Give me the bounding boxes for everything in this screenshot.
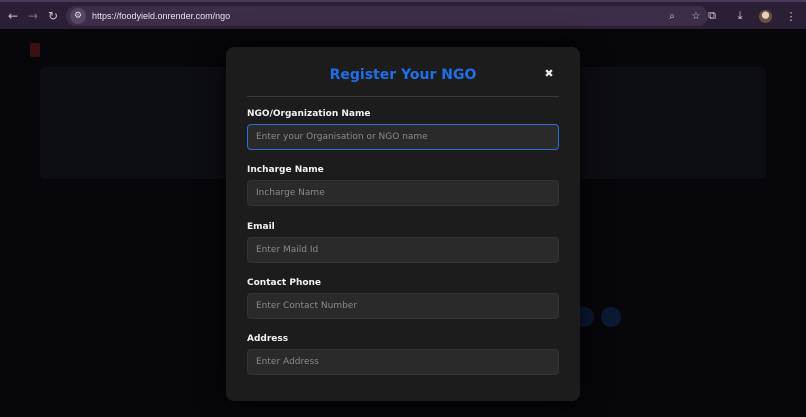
email-input[interactable]: [247, 237, 559, 263]
url-text[interactable]: https://foodyield.onrender.com/ngo: [92, 11, 230, 21]
zoom-icon[interactable]: ⌕: [664, 8, 680, 24]
incharge-name-input[interactable]: [247, 180, 559, 206]
close-icon[interactable]: ✖: [543, 68, 555, 80]
bg-social-icon: [601, 307, 621, 327]
email-label: Email: [247, 222, 275, 232]
contact-phone-input[interactable]: [247, 293, 559, 319]
reload-icon[interactable]: ↻: [43, 6, 63, 26]
site-logo-mark: [30, 43, 40, 57]
address-input[interactable]: [247, 349, 559, 375]
address-label: Address: [247, 334, 289, 344]
kebab-menu-icon[interactable]: ⋮: [782, 7, 800, 25]
back-arrow-icon[interactable]: ←: [3, 6, 23, 26]
bookmark-star-icon[interactable]: ☆: [688, 8, 704, 24]
site-settings-icon[interactable]: ⚙: [70, 8, 86, 24]
modal-divider: [247, 96, 559, 97]
contact-phone-label: Contact Phone: [247, 278, 322, 288]
modal-title: Register Your NGO: [329, 67, 477, 83]
extensions-puzzle-icon[interactable]: ⧉: [703, 7, 721, 25]
address-bar[interactable]: ⚙ https://foodyield.onrender.com/ngo ⌕ ☆: [66, 6, 708, 26]
register-ngo-modal: Register Your NGO ✖ NGO/Organization Nam…: [226, 47, 580, 401]
browser-toolbar: ← → ↻ ⚙ https://foodyield.onrender.com/n…: [0, 0, 806, 29]
forward-arrow-icon[interactable]: →: [23, 6, 43, 26]
download-icon[interactable]: ⤓: [731, 7, 749, 25]
incharge-name-label: Incharge Name: [247, 165, 324, 175]
org-name-input[interactable]: [247, 124, 559, 150]
org-name-label: NGO/Organization Name: [247, 109, 371, 119]
profile-avatar[interactable]: [759, 9, 772, 23]
